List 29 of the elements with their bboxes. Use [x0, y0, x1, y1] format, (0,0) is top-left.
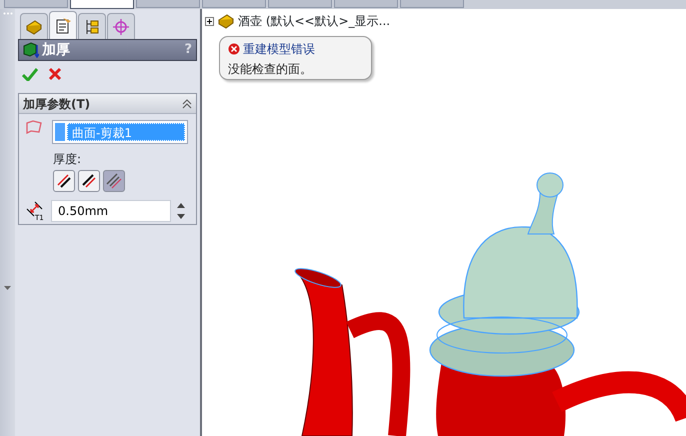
error-icon	[228, 43, 240, 55]
panel-tab[interactable]	[78, 13, 106, 39]
panel-tab[interactable]	[49, 11, 77, 39]
side-one-button[interactable]	[53, 170, 75, 192]
cancel-x-icon[interactable]	[48, 67, 62, 81]
spin-arrows-icon[interactable]	[177, 201, 185, 221]
face-outline-icon	[25, 120, 43, 134]
error-message: 没能检查的面。	[228, 61, 313, 78]
side-two-button[interactable]	[78, 170, 100, 192]
feature-tree-icon	[25, 18, 43, 36]
part-icon	[217, 13, 235, 29]
group-title: 加厚参数(T)	[23, 96, 90, 112]
feature-title: 加厚	[42, 40, 70, 60]
dropdown-arrow-icon[interactable]	[4, 286, 11, 290]
confirm-check-icon[interactable]	[22, 67, 38, 81]
expand-toggle[interactable]	[205, 16, 214, 26]
selection-item[interactable]: 曲面-剪裁1	[67, 123, 185, 141]
help-icon[interactable]: ?	[184, 40, 192, 60]
thickness-input[interactable]: 0.50mm	[51, 200, 171, 222]
grip-icon[interactable]	[2, 12, 12, 15]
ribbon-tab[interactable]	[70, 0, 134, 9]
collapse-icon[interactable]	[182, 98, 192, 108]
thickness-label: 厚度:	[53, 152, 82, 166]
crosshair-target-icon	[112, 18, 130, 36]
tree-item-label[interactable]: 酒壶 (默认<<默认>_显示...	[238, 12, 390, 30]
error-title: 重建模型错误	[243, 41, 315, 58]
thicken-feature-icon	[23, 42, 39, 58]
property-sheet-icon	[54, 16, 72, 34]
selection-list[interactable]: 曲面-剪裁1	[52, 120, 188, 144]
